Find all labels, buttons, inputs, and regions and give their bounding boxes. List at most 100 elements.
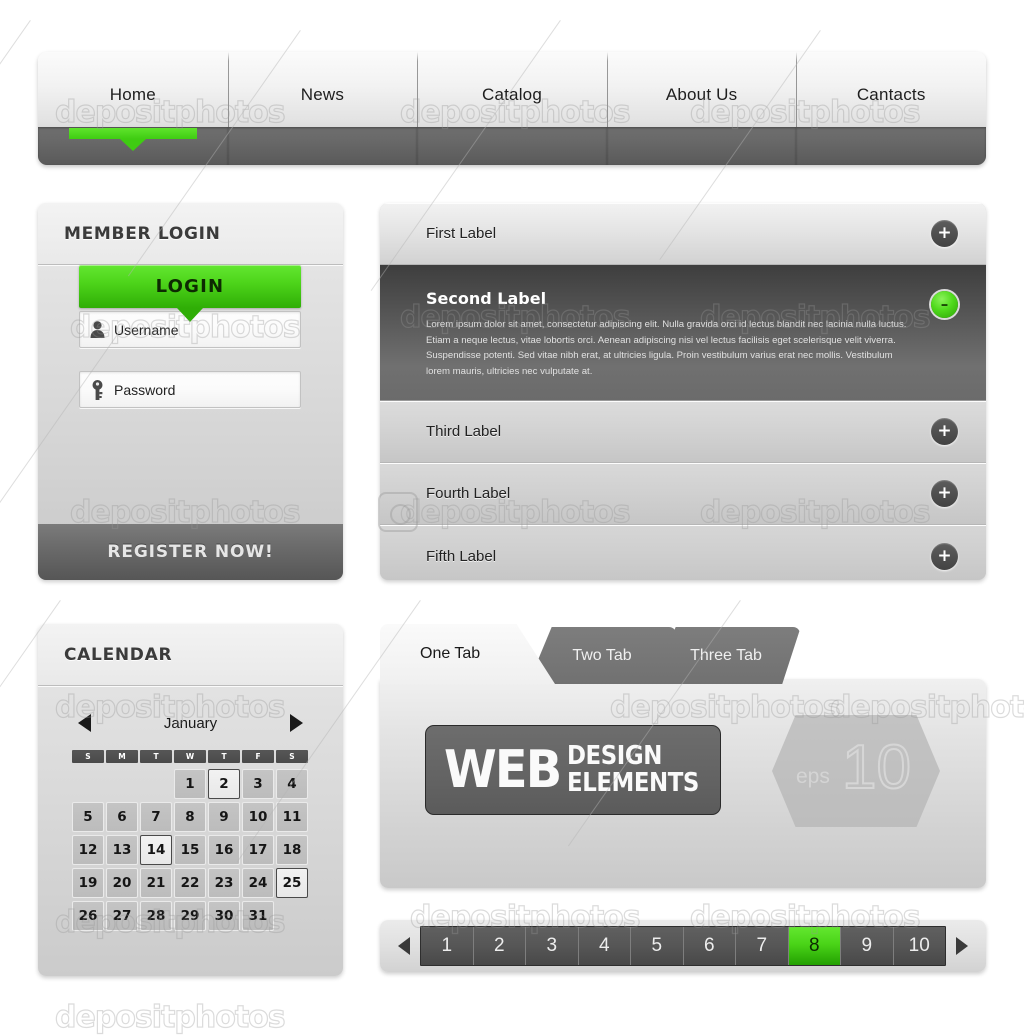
calendar-grid: S M T W T F S 1 2 3 4 5 6 7 8 9 10 11 12 13 14 15 16 17 18 19 20 21…: [72, 750, 309, 934]
triangle-right-icon[interactable]: [290, 714, 303, 732]
pagination-page[interactable]: 5: [631, 927, 684, 965]
calendar-dow-label: M: [106, 750, 138, 763]
plus-icon: +: [937, 223, 952, 243]
register-now-button[interactable]: REGISTER NOW!: [38, 524, 343, 580]
calendar-day[interactable]: 30: [208, 901, 240, 931]
pagination-page[interactable]: 4: [578, 927, 631, 965]
calendar-day[interactable]: 6: [106, 802, 138, 832]
calendar-day[interactable]: 1: [174, 769, 206, 799]
calendar-day[interactable]: 31: [242, 901, 274, 931]
calendar-day[interactable]: 9: [208, 802, 240, 832]
triangle-left-icon: [398, 937, 410, 955]
pagination-page-list: 1 2 3 4 5 6 7 8 9 10: [420, 926, 946, 966]
triangle-left-icon[interactable]: [78, 714, 91, 732]
pagination-page[interactable]: 2: [473, 927, 526, 965]
calendar-day[interactable]: 11: [276, 802, 308, 832]
nav-item-news[interactable]: News: [227, 52, 418, 165]
eps-prefix-label: eps: [796, 765, 830, 788]
nav-item-underline: [38, 127, 228, 165]
calendar-day[interactable]: 17: [242, 835, 274, 865]
calendar-day[interactable]: 15: [174, 835, 206, 865]
calendar-day[interactable]: 21: [140, 868, 172, 898]
calendar-day[interactable]: 13: [106, 835, 138, 865]
calendar-day-selected[interactable]: 25: [276, 868, 308, 898]
calendar-day[interactable]: 16: [208, 835, 240, 865]
calendar-day[interactable]: 19: [72, 868, 104, 898]
pagination-page[interactable]: 6: [683, 927, 736, 965]
calendar-day[interactable]: 26: [72, 901, 104, 931]
badge-design-text: DESIGN: [566, 740, 662, 771]
calendar-day[interactable]: 27: [106, 901, 138, 931]
calendar-day[interactable]: 5: [72, 802, 104, 832]
calendar-day[interactable]: 3: [242, 769, 274, 799]
password-field[interactable]: Password: [79, 371, 301, 408]
calendar-day[interactable]: 4: [276, 769, 308, 799]
calendar-day[interactable]: 18: [276, 835, 308, 865]
accordion-expand-button[interactable]: +: [931, 220, 958, 247]
accordion-row-2[interactable]: Second Label Lorem ipsum dolor sit amet, …: [380, 265, 986, 401]
pagination-page[interactable]: 7: [736, 927, 789, 965]
calendar-day[interactable]: 8: [174, 802, 206, 832]
register-now-label: REGISTER NOW!: [107, 542, 274, 562]
accordion-expand-button[interactable]: +: [931, 542, 958, 570]
login-panel-title: MEMBER LOGIN: [64, 223, 221, 244]
nav-item-cantacts[interactable]: Cantacts: [796, 52, 986, 165]
main-navigation-bar: Home News Catalog About Us Cantacts: [38, 52, 986, 165]
calendar-title: CALENDAR: [64, 644, 173, 665]
nav-item-underline: [606, 127, 797, 165]
web-design-elements-badge: WEB DESIGN ELEMENTS: [425, 725, 721, 815]
pagination-page[interactable]: 3: [526, 927, 579, 965]
tab-two-label: Two Tab: [572, 646, 632, 664]
pagination-prev-button[interactable]: [388, 920, 420, 972]
tab-one[interactable]: One Tab: [380, 624, 555, 684]
accordion-row-4[interactable]: Fourth Label +: [380, 463, 986, 525]
accordion-panel: First Label + Second Label Lorem ipsum dolo…: [380, 203, 986, 580]
key-icon: [80, 379, 114, 400]
eps-version-badge: eps 10: [772, 715, 940, 827]
calendar-month-label: January: [163, 714, 218, 732]
nav-item-catalog[interactable]: Catalog: [417, 52, 607, 165]
calendar-empty-cell: [276, 901, 308, 931]
calendar-day[interactable]: 29: [174, 901, 206, 931]
pagination-page-active[interactable]: 8: [788, 927, 841, 965]
calendar-day[interactable]: 23: [208, 868, 240, 898]
calendar-day[interactable]: 24: [242, 868, 274, 898]
tab-three-label: Three Tab: [690, 646, 762, 664]
login-button[interactable]: LOGIN: [79, 265, 301, 322]
calendar-day[interactable]: 10: [242, 802, 274, 832]
pagination-page[interactable]: 10: [893, 927, 945, 965]
calendar-week-row: 1234: [72, 769, 309, 799]
plus-icon: +: [937, 545, 952, 566]
calendar-day-selected[interactable]: 2: [208, 769, 240, 799]
pagination-next-button[interactable]: [946, 920, 978, 972]
accordion-row-title: Third Label: [426, 423, 502, 440]
accordion-expand-button[interactable]: +: [931, 480, 958, 507]
calendar-day[interactable]: 12: [72, 835, 104, 865]
calendar-day[interactable]: 22: [174, 868, 206, 898]
login-panel-header: MEMBER LOGIN: [38, 203, 343, 265]
tab-content-area: WEB DESIGN ELEMENTS eps 10: [380, 679, 986, 888]
tab-two[interactable]: Two Tab: [528, 627, 676, 684]
username-placeholder: Username: [114, 321, 179, 338]
calendar-dow-label: T: [208, 750, 240, 763]
nav-item-home[interactable]: Home: [38, 52, 228, 165]
tab-three[interactable]: Three Tab: [652, 627, 800, 684]
accordion-row-5[interactable]: Fifth Label +: [380, 525, 986, 580]
accordion-row-1[interactable]: First Label +: [380, 203, 986, 265]
calendar-day[interactable]: 28: [140, 901, 172, 931]
nav-item-label: Cantacts: [856, 85, 926, 104]
accordion-collapse-button[interactable]: –: [931, 291, 958, 318]
accordion-row-title: First Label: [426, 225, 497, 242]
accordion-row-3[interactable]: Third Label +: [380, 401, 986, 463]
calendar-dow-row: SMTWTFS: [72, 750, 309, 763]
calendar-week-row: 26 27 28 29 30 31: [72, 901, 309, 931]
calendar-day[interactable]: 7: [140, 802, 172, 832]
pagination-page[interactable]: 1: [421, 927, 474, 965]
calendar-day-selected[interactable]: 14: [140, 835, 172, 865]
nav-item-label: About Us: [665, 85, 738, 104]
calendar-day[interactable]: 20: [106, 868, 138, 898]
accordion-expand-button[interactable]: +: [931, 418, 958, 445]
pagination-page[interactable]: 9: [841, 927, 894, 965]
nav-item-about-us[interactable]: About Us: [606, 52, 797, 165]
watermark-hairline: [0, 20, 31, 316]
